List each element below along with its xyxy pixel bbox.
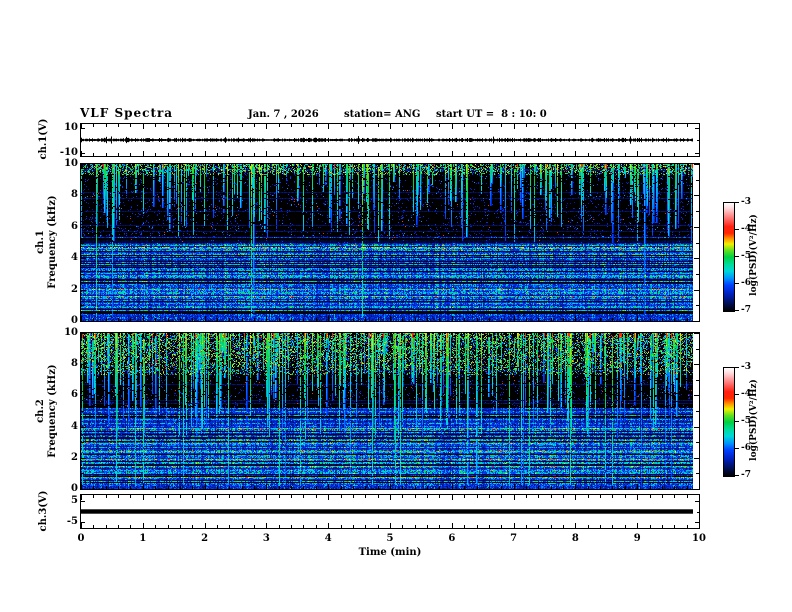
ch1-waveform-plot (80, 123, 700, 157)
y-tick-label: 4 (71, 420, 78, 432)
colorbar-tick (735, 283, 739, 284)
x-tick-label: 3 (262, 533, 270, 544)
x-tick-label: 2 (201, 533, 209, 544)
x-tick-label: 0 (77, 533, 85, 544)
y-tick-label: 5 (71, 495, 78, 506)
colorbar-tick-label: -3 (741, 197, 751, 207)
y-tick-label: 10 (64, 327, 78, 338)
x-tick-label: 4 (324, 533, 332, 544)
colorbar-tick (735, 421, 739, 422)
y-tick-label: 10 (64, 121, 78, 133)
y-tick-label: 10 (64, 158, 78, 169)
x-tick-label: 5 (386, 533, 394, 544)
colorbar-tick (735, 475, 739, 476)
x-tick-label: 6 (448, 533, 456, 544)
ch2-spectrogram-plot (80, 332, 700, 490)
header-start-ut: start UT = 8 : 10: 0 (436, 109, 547, 120)
x-tick-label: 1 (139, 533, 147, 544)
ch2-frequency-axis-label-line1: ch.2 (35, 399, 46, 423)
y-tick-label: -5 (66, 516, 78, 527)
ch1-volt-axis-label: ch.1(V) (38, 118, 49, 160)
figure-title: VLF Spectra (80, 106, 174, 120)
colorbar-tick-label: -5 (741, 251, 751, 261)
colorbar-tick (735, 229, 739, 230)
time-axis-label: Time (min) (358, 547, 422, 558)
x-tick-label: 9 (633, 533, 641, 544)
y-tick-label: 2 (71, 283, 78, 295)
colorbar-tick-label: -4 (741, 389, 751, 399)
colorbar-tick (735, 310, 739, 311)
colorbar-tick (735, 394, 739, 395)
colorbar-ch2 (723, 367, 735, 477)
colorbar-tick (735, 202, 739, 203)
ch3-waveform-plot (80, 494, 700, 529)
y-tick-label: 6 (71, 389, 78, 401)
y-tick-label: 6 (71, 220, 78, 232)
colorbar-ch1 (723, 202, 735, 312)
x-tick-label: 10 (692, 533, 706, 544)
y-tick-label: 0 (71, 315, 78, 326)
ch1-spectrogram-plot (80, 163, 700, 322)
colorbar-tick-label: -6 (741, 278, 751, 288)
y-tick-label: 2 (71, 451, 78, 463)
colorbar-tick-label: -3 (741, 362, 751, 372)
colorbar-tick (735, 256, 739, 257)
y-tick-label: 4 (71, 252, 78, 264)
colorbar-tick-label: -6 (741, 443, 751, 453)
y-tick-label: -10 (59, 146, 78, 158)
vlf-spectra-figure: VLF Spectra Jan. 7 , 2026 station= ANG s… (0, 0, 792, 612)
header-station: station= ANG (344, 109, 421, 120)
y-tick-label: 0 (71, 483, 78, 494)
colorbar-tick-label: -4 (741, 224, 751, 234)
header-date: Jan. 7 , 2026 (248, 109, 319, 120)
colorbar-tick-label: -7 (741, 470, 751, 480)
x-tick-label: 8 (571, 533, 579, 544)
colorbar-tick-label: -7 (741, 305, 751, 315)
colorbar-tick (735, 448, 739, 449)
y-tick-label: 8 (71, 358, 78, 370)
ch3-volt-axis-label: ch.3(V) (38, 490, 49, 532)
colorbar-tick-label: -5 (741, 416, 751, 426)
ch1-frequency-axis-label-line1: ch.1 (35, 230, 46, 254)
x-tick-label: 7 (510, 533, 518, 544)
y-tick-label: 8 (71, 189, 78, 201)
colorbar-tick (735, 367, 739, 368)
